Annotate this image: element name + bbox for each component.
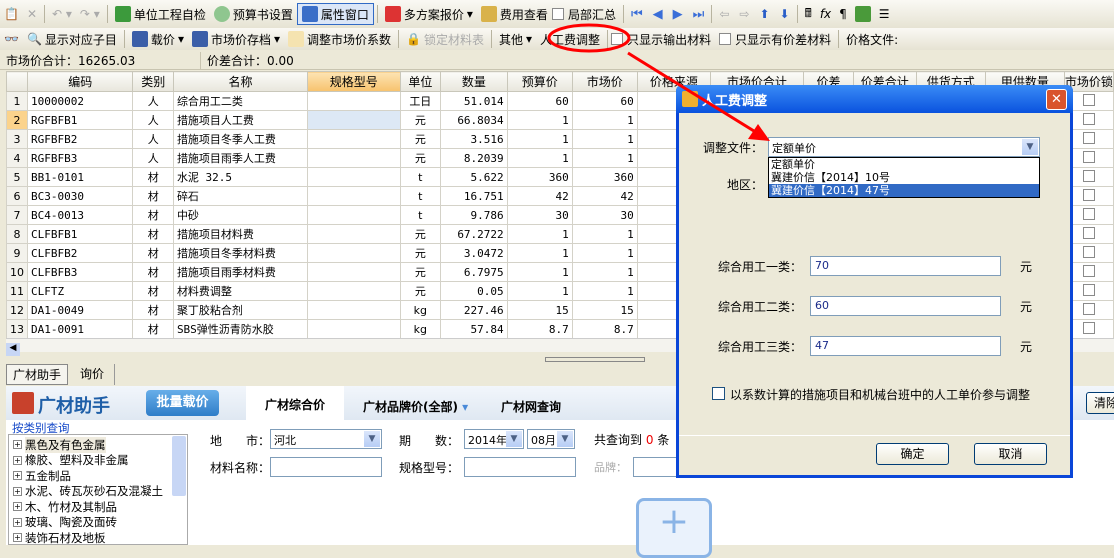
annotation-arrow — [627, 51, 763, 138]
highlight-ellipse — [547, 23, 631, 53]
annotation-overlay — [547, 23, 770, 141]
arrow-head-icon — [748, 124, 770, 141]
